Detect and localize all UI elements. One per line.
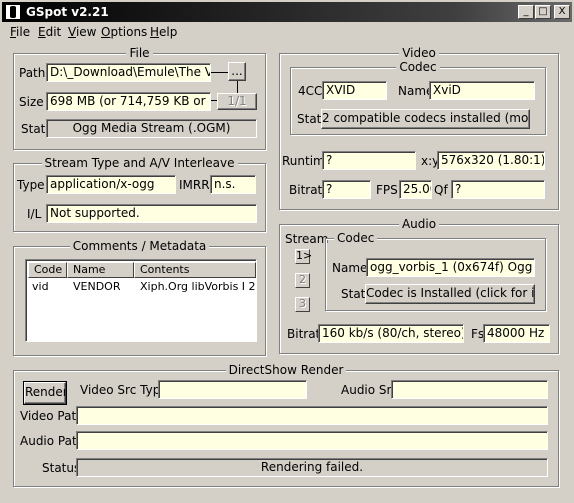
runtime-field[interactable]: ? xyxy=(322,151,416,170)
xy-field[interactable]: 576x320 (1.80:1) [=9: xyxy=(437,151,545,170)
directshow-render-group-title: DirectShow Render xyxy=(225,363,347,377)
connector-line xyxy=(211,72,228,73)
menu-options[interactable]: Options xyxy=(101,25,147,39)
file-stat-label: Stat xyxy=(21,122,46,136)
title-bar[interactable]: GSpot v2.21 _ □ X xyxy=(2,2,572,22)
fs-field[interactable]: 48000 Hz xyxy=(483,324,550,343)
status-field: Rendering failed. xyxy=(76,458,548,477)
window-title: GSpot v2.21 xyxy=(26,5,109,19)
audio-name-field[interactable]: ogg_vorbis_1 (0x674f) Ogg Vorbis xyxy=(366,258,535,277)
video-path-label: Video Path xyxy=(20,409,84,423)
audio-stream-1-button[interactable]: 1> xyxy=(295,249,312,264)
audio-name-label: Name xyxy=(332,261,368,275)
column-header-contents[interactable]: Contents xyxy=(134,262,256,278)
il-field[interactable]: Not supported. xyxy=(46,204,257,223)
video-stat-label: Stat xyxy=(297,112,322,126)
video-path-field[interactable] xyxy=(76,406,548,425)
size-label: Size xyxy=(19,95,44,109)
imrr-label: IMRR xyxy=(179,178,210,192)
video-src-type-field[interactable] xyxy=(158,380,307,399)
qf-label: Qf xyxy=(434,183,448,197)
il-label: I/L xyxy=(27,207,42,221)
connector-line xyxy=(237,81,238,93)
size-field[interactable]: 698 MB (or 714,759 KB or 731,91 xyxy=(46,92,211,111)
gspot-window: GSpot v2.21 _ □ X File Edit View Options… xyxy=(0,0,574,503)
row-code: vid xyxy=(32,280,49,293)
menu-edit[interactable]: Edit xyxy=(38,25,61,39)
audio-stream-2-button[interactable]: 2 xyxy=(295,273,310,288)
menu-view[interactable]: View xyxy=(68,25,96,39)
file-stat-field[interactable]: Ogg Media Stream (.OGM) xyxy=(46,119,257,138)
fourcc-field[interactable]: XVID xyxy=(322,81,387,100)
qf-field[interactable]: ? xyxy=(451,180,545,199)
video-group-title: Video xyxy=(399,46,439,60)
maximize-button[interactable]: □ xyxy=(535,5,551,19)
stream-type-group-title: Stream Type and A/V Interleave xyxy=(41,156,238,170)
audio-group-title: Audio xyxy=(398,217,440,231)
menu-help[interactable]: Help xyxy=(150,25,177,39)
type-label: Type xyxy=(17,178,45,192)
file-group-title: File xyxy=(126,46,153,60)
video-codec-group-title: Codec xyxy=(396,60,440,74)
app-icon xyxy=(5,4,21,20)
file-index-button[interactable]: 1/1 xyxy=(217,93,257,110)
audio-path-label: Audio Path xyxy=(20,434,85,448)
row-contents: Xiph.Org libVorbis I 2... xyxy=(140,280,255,293)
path-label: Path xyxy=(19,66,46,80)
audio-stat-label: Stat xyxy=(341,287,366,301)
menu-bar: File Edit View Options Help xyxy=(2,23,572,42)
audio-src-field[interactable] xyxy=(391,380,548,399)
comments-list[interactable]: Code Name Contents vid VENDOR Xiph.Org l… xyxy=(25,259,257,342)
comments-list-header: Code Name Contents xyxy=(28,262,256,278)
audio-src-label: Audio Src xyxy=(341,383,398,397)
audio-codec-group-title: Codec xyxy=(334,231,378,245)
imrr-field[interactable]: n.s. xyxy=(210,175,256,194)
fps-field[interactable]: 25.00 xyxy=(399,180,432,199)
browse-button[interactable]: ... xyxy=(228,62,246,81)
video-name-field[interactable]: XviD xyxy=(429,81,535,100)
menu-file[interactable]: File xyxy=(10,25,30,39)
column-header-code[interactable]: Code xyxy=(28,262,67,278)
close-button[interactable]: X xyxy=(554,5,570,19)
minimize-button[interactable]: _ xyxy=(518,5,534,19)
comments-group-title: Comments / Metadata xyxy=(69,239,210,253)
audio-bitrate-field[interactable]: 160 kb/s (80/ch, stereo) VB xyxy=(318,324,464,343)
audio-stream-label: Stream xyxy=(285,232,329,246)
path-field[interactable]: D:\_Download\Emule\The Virgin xyxy=(46,63,211,82)
audio-path-field[interactable] xyxy=(76,431,548,450)
column-header-name[interactable]: Name xyxy=(67,262,134,278)
video-src-type-label: Video Src Type xyxy=(80,383,168,397)
render-button[interactable]: Render xyxy=(23,381,67,405)
fps-label: FPS xyxy=(376,183,398,197)
fourcc-label: 4CC xyxy=(298,84,323,98)
type-field[interactable]: application/x-ogg xyxy=(46,175,176,194)
status-label: Status xyxy=(42,461,81,475)
video-codecs-info-button[interactable]: 2 compatible codecs installed (more info… xyxy=(321,109,530,129)
audio-stream-3-button[interactable]: 3 xyxy=(295,297,310,312)
video-bitrate-field[interactable]: ? xyxy=(322,180,371,199)
row-name: VENDOR xyxy=(73,280,121,293)
audio-codec-info-button[interactable]: Codec is Installed (click for info...) xyxy=(365,284,535,304)
